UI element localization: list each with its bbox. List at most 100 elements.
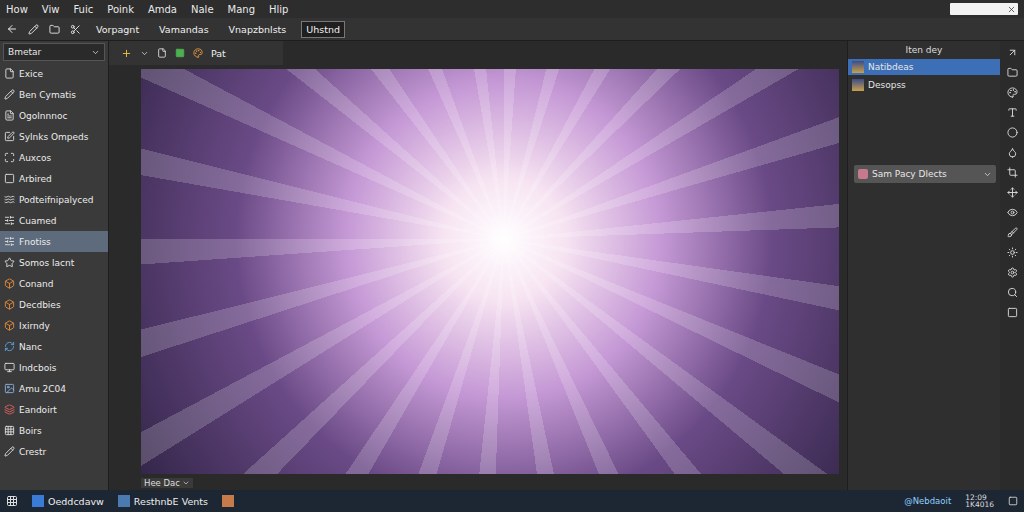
layer-thumbnail [852,79,864,91]
tool-icon[interactable] [1007,207,1018,218]
clock[interactable]: 12:091K4016 [965,494,994,509]
item-icon [4,110,15,121]
sidebar-item[interactable]: Nanc [0,336,108,357]
taskbar: Oeddcdavw ResthnbE Vents @Nebdaoit 12:091K4… [0,490,1024,512]
sidebar-item[interactable]: Exice [0,63,108,84]
sidebar-item[interactable]: Decdbies [0,294,108,315]
sidebar-item[interactable]: Ixirndy [0,315,108,336]
sidebar-item[interactable]: Conand [0,273,108,294]
sidebar-item[interactable]: Auxcos [0,147,108,168]
menu-item[interactable]: Fuic [73,4,93,15]
pencil-icon[interactable] [28,24,39,35]
back-icon[interactable] [6,23,18,35]
app-icon [118,495,130,507]
tool-icon[interactable] [1007,187,1018,198]
scissors-icon[interactable] [70,24,81,35]
system-tray[interactable]: @Nebdaoit [904,496,951,506]
item-icon [4,257,15,268]
layer-item[interactable]: Natibdeas [848,59,1000,75]
sidebar-item[interactable]: Cuamed [0,210,108,231]
canvas-image[interactable] [141,69,839,474]
avatar-icon [858,169,868,179]
item-icon [4,383,15,394]
chevron-icon[interactable] [140,49,149,58]
notification-icon[interactable] [1008,496,1018,506]
palette-icon[interactable] [193,48,203,58]
app-icon [32,495,44,507]
app-icon[interactable] [222,495,234,507]
tool-icon[interactable] [1007,47,1018,58]
sidebar-item[interactable]: Fnotiss [0,231,108,252]
zoom-dropdown[interactable]: Hee Dac [141,478,193,488]
menu-item[interactable]: How [6,4,28,15]
tool-icon[interactable] [1007,227,1018,238]
right-panel: Iten dey Natibdeas Desopss Sam Pacy Dlects [847,41,1000,490]
file-icon[interactable] [157,48,167,58]
sidebar-item[interactable]: Crestr [0,441,108,462]
chevron-icon [182,479,190,487]
item-icon [4,299,15,310]
toolbar-tab[interactable]: Vorpagnt [91,21,144,38]
menu-item[interactable]: Poink [107,4,134,15]
preset-dropdown[interactable]: Sam Pacy Dlects [854,165,996,183]
windows-icon[interactable] [6,495,18,507]
chevron-icon [91,48,100,57]
tool-icon[interactable] [1007,267,1018,278]
tool-icon[interactable] [1007,107,1018,118]
taskbar-item[interactable]: ResthnbE Vents [118,495,208,507]
canvas-footer: Hee Dac [109,476,847,490]
canvas-toolbar: Pat [109,41,283,65]
panel-dropdown[interactable]: Bmetar [3,43,105,61]
tool-icon[interactable] [1007,147,1018,158]
toolbar: Vorpagnt Vamandas Vnapzbnlsts Uhstnd [0,18,1024,41]
sidebar-item[interactable]: Indcbois [0,357,108,378]
tool-icon[interactable] [1007,87,1018,98]
sidebar-item[interactable]: Boirs [0,420,108,441]
sidebar-item[interactable]: Ogolnnnoc [0,105,108,126]
sidebar-item[interactable]: Eandoirt [0,399,108,420]
chevron-icon [983,170,992,179]
item-icon [4,173,15,184]
menu-item[interactable]: Hlip [269,4,288,15]
app-window: HowViwFuicPoinkAmdaNaleMangHlipVorpagntV… [0,0,1024,512]
menu-item[interactable]: Amda [148,4,177,15]
toolbar-tab[interactable]: Vamandas [154,21,213,38]
item-icon [4,278,15,289]
icon-strip [1000,41,1024,490]
color-icon[interactable] [175,48,185,58]
item-icon [4,89,15,100]
taskbar-item[interactable]: Oeddcdavw [32,495,104,507]
plus-icon[interactable] [121,48,132,59]
sidebar-item[interactable]: Somos lacnt [0,252,108,273]
item-icon [4,215,15,226]
layer-thumbnail [852,61,864,73]
item-icon [4,446,15,457]
sidebar-item[interactable]: Ben Cymatis [0,84,108,105]
menu-item[interactable]: Nale [191,4,214,15]
toolbar-tab[interactable]: Uhstnd [301,21,345,38]
layer-item[interactable]: Desopss [848,77,1000,93]
tool-icon[interactable] [1007,127,1018,138]
sidebar-item[interactable]: Amu 2C04 [0,378,108,399]
menu-bar: How Viw Fuic Poink Amda Nale Mang Hlip [0,0,1024,18]
item-icon [4,320,15,331]
tool-icon[interactable] [1007,167,1018,178]
tool-icon[interactable] [1007,67,1018,78]
sidebar-item[interactable]: Sylnks Ompeds [0,126,108,147]
menu-item[interactable]: Mang [228,4,255,15]
panel-header: Iten dey [848,43,1000,57]
tool-label[interactable]: Pat [211,48,226,59]
item-icon [4,362,15,373]
item-icon [4,194,15,205]
canvas-area: Pat Hee Dac [109,41,847,490]
close-icon[interactable] [1007,5,1016,14]
tool-icon[interactable] [1007,247,1018,258]
search-field[interactable] [950,3,1018,15]
folder-icon[interactable] [49,24,60,35]
menu-item[interactable]: Viw [42,4,60,15]
tool-icon[interactable] [1007,307,1018,318]
toolbar-tab[interactable]: Vnapzbnlsts [224,21,292,38]
sidebar-item[interactable]: Arbired [0,168,108,189]
sidebar-item[interactable]: Podteifnipalyced [0,189,108,210]
tool-icon[interactable] [1007,287,1018,298]
